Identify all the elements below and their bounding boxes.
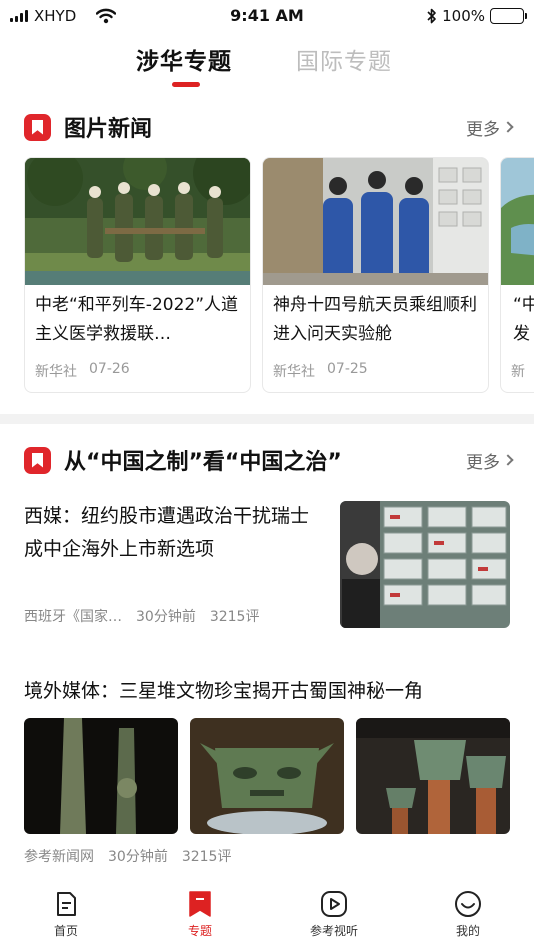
article-source: 参考新闻网 [24,849,94,865]
topic-more-link[interactable]: 更多 [466,448,514,473]
smile-icon [454,890,482,918]
nav-profile[interactable]: 我的 [428,890,508,939]
card-source: 新 [511,364,525,380]
status-right: 100% [427,7,527,25]
nav-topics[interactable]: 专题 [160,890,240,939]
card-meta: 新华社 07-25 [263,351,488,381]
bookmark-icon [24,446,51,474]
photo-news-carousel[interactable]: 中老“和平列车-2022”人道主义医学救援联… 新华社 07-26 神舟十四号航… [24,157,534,393]
article-title: 西媒：纽约股市遭遇政治干扰瑞士成中企海外上市新选项 [24,505,310,560]
article-list-item[interactable]: 西媒：纽约股市遭遇政治干扰瑞士成中企海外上市新选项 西班牙《国家… 30分钟前 … [24,500,510,630]
top-tabs: 涉华专题 国际专题 [0,42,534,92]
nav-home[interactable]: 首页 [26,890,106,939]
article-comments: 3215评 [181,849,232,865]
active-tab-indicator [172,82,200,87]
photo-news-title: 图片新闻 [64,117,153,142]
article-image-row [24,718,510,834]
bookmark-icon [186,890,214,918]
news-photo-rescue-drill [25,158,250,285]
nav-label: 我的 [455,924,480,938]
article-time: 30分钟前 [136,609,196,625]
nav-media[interactable]: 参考视听 [294,890,374,939]
news-photo-landscape [501,158,534,285]
article-source: 西班牙《国家… [24,609,122,625]
battery-percent: 100% [442,7,485,25]
card-meta: 新 [501,351,534,381]
article-thumbnail-stock-board [340,501,510,628]
chevron-right-icon [502,121,514,133]
card-source: 新华社 [273,364,315,380]
card-meta: 新华社 07-26 [25,351,250,381]
bluetooth-icon [427,8,436,24]
card-source: 新华社 [35,364,77,380]
article-image-bronze-mask [190,718,344,834]
bookmark-icon [24,113,51,141]
card-date: 07-26 [89,361,130,377]
news-photo-astronauts [263,158,488,285]
more-label: 更多 [466,452,500,473]
photo-news-header: 图片新闻 更多 [24,111,514,143]
tab-international-topics[interactable]: 国际专题 [296,42,392,76]
nav-label: 参考视听 [309,924,358,938]
battery-icon [490,8,527,24]
card-title: 神舟十四号航天员乘组顺利进入问天实验舱 [273,295,477,344]
section-divider [0,414,534,424]
card-title: 中老“和平列车-2022”人道主义医学救援联… [35,295,239,344]
photo-news-card[interactable]: 中老“和平列车-2022”人道主义医学救援联… 新华社 07-26 [24,157,251,393]
article-image-bronze-heads [356,718,510,834]
topic-section-header: 从“中国之制”看“中国之治” 更多 [24,444,514,476]
bottom-nav: 首页 专题 参考视听 我的 [0,878,534,950]
photo-news-card[interactable]: 神舟十四号航天员乘组顺利进入问天实验舱 新华社 07-25 [262,157,489,393]
topic-section-title: 从“中国之制”看“中国之治” [64,450,342,475]
document-icon [52,890,80,918]
nav-label: 专题 [187,924,212,938]
chevron-right-icon [502,454,514,466]
nav-label: 首页 [53,924,78,938]
article-meta: 参考新闻网 30分钟前 3215评 [24,846,231,866]
card-date: 07-25 [327,361,368,377]
tab-china-topics[interactable]: 涉华专题 [136,42,232,76]
article-image-bronze-tree [24,718,178,834]
article-time: 30分钟前 [108,849,168,865]
status-bar: XHYD 9:41 AM 100% [0,0,534,32]
article-title: 境外媒体：三星堆文物珍宝揭开古蜀国神秘一角 [24,680,424,702]
photo-news-card[interactable]: “中发 新 [500,157,534,393]
more-label: 更多 [466,119,500,140]
article-meta: 西班牙《国家… 30分钟前 3215评 [24,606,259,626]
play-icon [320,890,348,918]
article-list-item[interactable]: 境外媒体：三星堆文物珍宝揭开古蜀国神秘一角 参考新闻网 30分钟前 3215评 [24,676,510,865]
article-comments: 3215评 [209,609,260,625]
photo-news-more-link[interactable]: 更多 [466,115,514,140]
card-title: “中发 [513,295,534,344]
